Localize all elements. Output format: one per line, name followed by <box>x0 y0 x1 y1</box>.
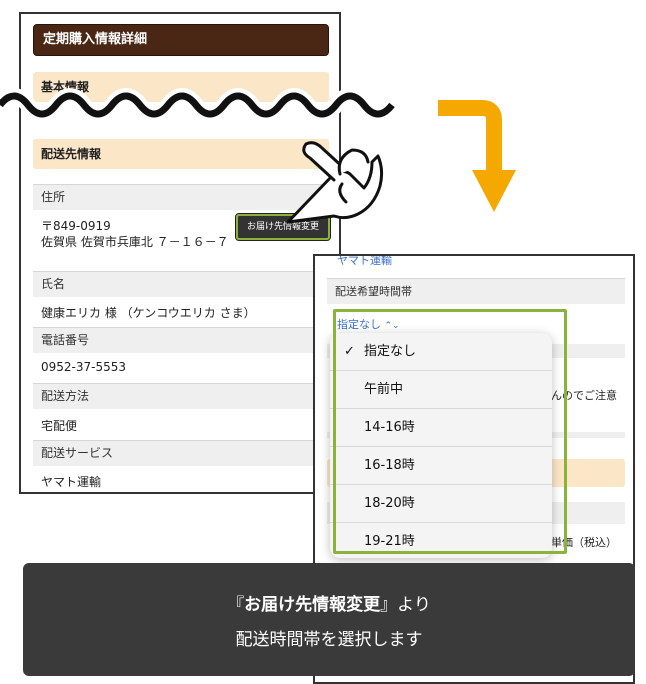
caption-highlight: お届け先情報変更 <box>244 595 381 615</box>
caption-line-2: 配送時間帯を選択します <box>235 630 423 650</box>
next-step-arrow-icon <box>438 100 516 212</box>
wave-cut-divider <box>0 88 399 122</box>
delivery-time-label: 配送希望時間帯 <box>327 278 625 304</box>
pointing-hand-icon <box>286 141 384 224</box>
instruction-caption: 『お届け先情報変更』より 配送時間帯を選択します <box>23 563 635 676</box>
delivery-service-value: ヤマト運輸 <box>41 475 102 489</box>
caption-line-1: 『お届け先情報変更』より <box>227 595 431 615</box>
name-label: 氏名 <box>33 271 329 297</box>
phone-label: 電話番号 <box>33 327 329 353</box>
previous-select-partial: ヤマト運輸 <box>337 254 392 267</box>
delivery-service-label: 配送サービス <box>33 440 329 466</box>
phone-value: 0952-37-5553 <box>41 360 127 374</box>
address-value: 佐賀県 佐賀市兵庫北 ７－１６－７ <box>41 235 229 249</box>
postal-code: 〒849-0919 <box>41 219 111 233</box>
page-title: 定期購入情報詳細 <box>33 24 329 56</box>
highlight-frame <box>333 309 567 554</box>
name-value: 健康エリカ 様 （ケンコウエリカ さま） <box>41 306 256 320</box>
delivery-method-value: 宅配便 <box>41 419 78 433</box>
delivery-method-label: 配送方法 <box>33 383 329 409</box>
